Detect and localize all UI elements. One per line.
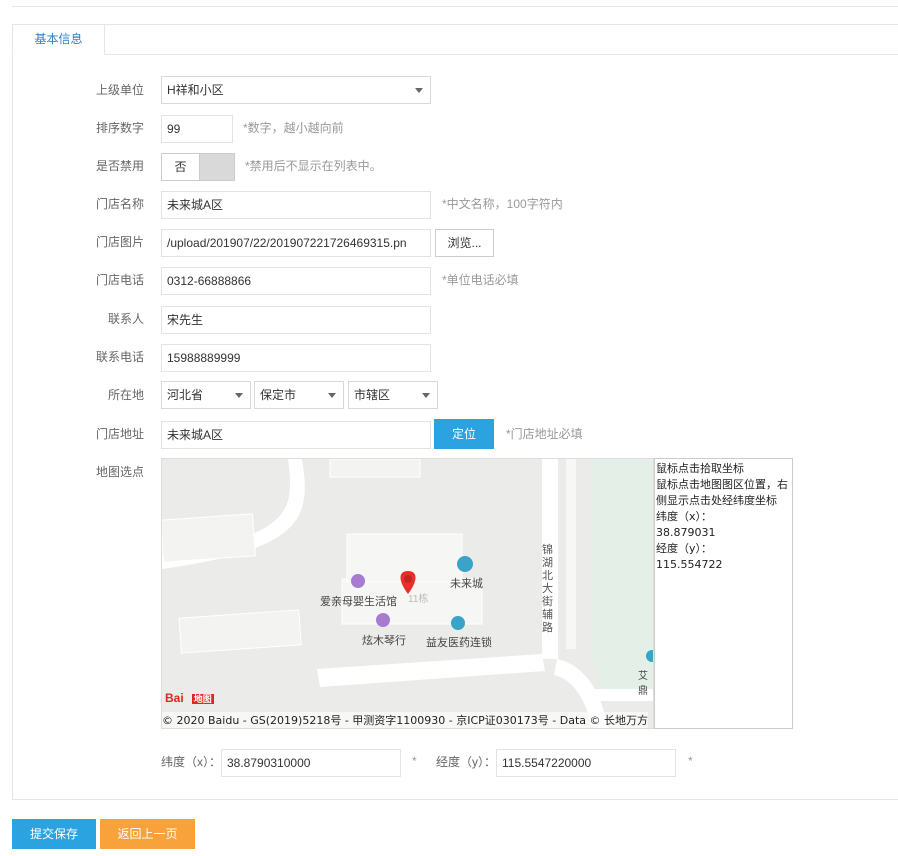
city-select[interactable]: 保定市 bbox=[254, 381, 344, 409]
address-input[interactable]: 未来城A区 bbox=[161, 421, 431, 449]
chevron-down-icon bbox=[235, 393, 243, 398]
map-label: 地图选点 bbox=[95, 465, 144, 479]
lng-label: 经度（y）： bbox=[436, 755, 497, 769]
tab-basic-info[interactable]: 基本信息 bbox=[12, 24, 105, 55]
store-image-input[interactable]: /upload/201907/22/201907221726469315.pn bbox=[161, 229, 431, 257]
map-poi-2: 未来城 bbox=[450, 577, 483, 590]
info-lng-label: 经度（y）： bbox=[656, 542, 713, 555]
disabled-toggle[interactable]: 否 bbox=[161, 153, 235, 181]
map-edge-label: 艾鼎 bbox=[638, 671, 648, 697]
store-image-label: 门店图片 bbox=[95, 235, 144, 249]
contact-phone-label: 联系电话 bbox=[95, 350, 144, 364]
district-value: 市辖区 bbox=[354, 388, 391, 402]
info-lng-value: 115.554722 bbox=[656, 558, 723, 571]
sort-number-input[interactable]: 99 bbox=[161, 115, 233, 143]
contact-phone-input[interactable]: 15988889999 bbox=[161, 344, 431, 372]
map-road-label: 锦湖北大街辅路 bbox=[542, 543, 553, 634]
lat-label: 纬度（x）： bbox=[161, 755, 222, 769]
store-phone-label: 门店电话 bbox=[95, 273, 144, 287]
disabled-label: 是否禁用 bbox=[95, 159, 144, 173]
store-name-hint: *中文名称，100字符内 bbox=[442, 197, 563, 211]
top-divider bbox=[12, 6, 898, 7]
lat-required-star: * bbox=[412, 754, 417, 768]
save-button[interactable]: 提交保存 bbox=[12, 819, 96, 849]
store-name-input[interactable]: 未来城A区 bbox=[161, 191, 431, 219]
lng-required-star: * bbox=[688, 754, 693, 768]
map-copyright: © 2020 Baidu - GS(2019)5218号 - 甲测资字11009… bbox=[162, 712, 649, 728]
sort-number-label: 排序数字 bbox=[95, 121, 144, 135]
map-canvas[interactable]: 爱亲母婴生活馆 11栋 未来城 炫木琴行 益友医药连锁 锦湖北大街辅路 艾鼎 B… bbox=[161, 458, 654, 729]
disabled-hint: *禁用后不显示在列表中。 bbox=[245, 159, 382, 173]
info-line-2: 鼠标点击地图图区位置，右侧显示点击处经纬度坐标 bbox=[656, 478, 788, 507]
lat-input[interactable]: 38.8790310000 bbox=[221, 749, 401, 777]
province-value: 河北省 bbox=[167, 388, 204, 402]
district-select[interactable]: 市辖区 bbox=[348, 381, 438, 409]
parent-unit-select[interactable]: H祥和小区 bbox=[161, 76, 431, 104]
map-poi-5: 11栋 bbox=[408, 594, 429, 605]
province-select[interactable]: 河北省 bbox=[161, 381, 251, 409]
info-lat-value: 38.879031 bbox=[656, 526, 716, 539]
chevron-down-icon bbox=[415, 88, 423, 93]
map-poi-3: 炫木琴行 bbox=[362, 634, 406, 647]
address-label: 门店地址 bbox=[95, 427, 144, 441]
location-label: 所在地 bbox=[107, 388, 144, 402]
store-phone-input[interactable]: 0312-66888866 bbox=[161, 267, 431, 295]
map-poi-1: 爱亲母婴生活馆 bbox=[320, 595, 397, 608]
contact-label: 联系人 bbox=[107, 312, 144, 326]
chevron-down-icon bbox=[328, 393, 336, 398]
contact-input[interactable]: 宋先生 bbox=[161, 306, 431, 334]
info-lat-label: 纬度（x）： bbox=[656, 510, 713, 523]
back-button[interactable]: 返回上一页 bbox=[100, 819, 195, 849]
chevron-down-icon bbox=[422, 393, 430, 398]
map-poi-4: 益友医药连锁 bbox=[426, 636, 492, 649]
locate-button[interactable]: 定位 bbox=[434, 419, 494, 449]
parent-unit-value: H祥和小区 bbox=[167, 83, 224, 97]
disabled-toggle-label: 否 bbox=[162, 154, 200, 180]
city-value: 保定市 bbox=[260, 388, 297, 402]
coordinate-info-panel: 鼠标点击拾取坐标 鼠标点击地图图区位置，右侧显示点击处经纬度坐标 纬度（x）： … bbox=[654, 458, 793, 729]
baidu-logo: Bai 地图 bbox=[165, 691, 214, 705]
store-phone-hint: *单位电话必填 bbox=[442, 273, 519, 287]
address-hint: *门店地址必填 bbox=[506, 427, 583, 441]
store-name-label: 门店名称 bbox=[95, 197, 144, 211]
lng-input[interactable]: 115.5547220000 bbox=[496, 749, 676, 777]
tab-bar bbox=[12, 24, 898, 55]
sort-number-hint: *数字，越小越向前 bbox=[243, 121, 344, 135]
info-line-1: 鼠标点击拾取坐标 bbox=[656, 462, 744, 475]
browse-button[interactable]: 浏览... bbox=[435, 229, 494, 257]
parent-unit-label: 上级单位 bbox=[95, 83, 144, 97]
